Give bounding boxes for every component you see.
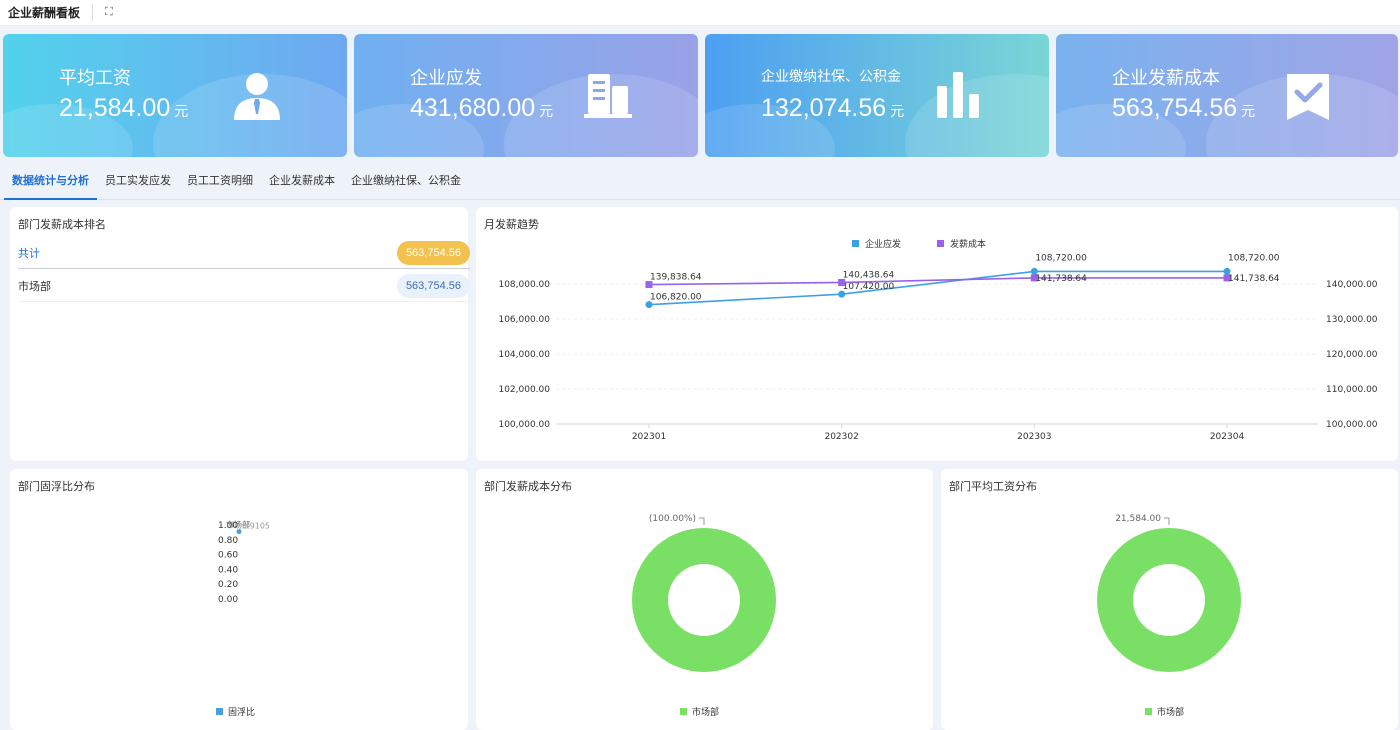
tab-data-analysis[interactable]: 数据统计与分析 <box>4 166 97 200</box>
y-tick: 0.20 <box>218 580 238 590</box>
data-label: 141,738.64 <box>1228 274 1280 284</box>
ranking-total-label: 共计 <box>18 247 40 260</box>
slice-label-line <box>699 517 705 525</box>
legend-label-ratio: 固浮比 <box>228 706 255 718</box>
chart-series <box>1097 527 1241 673</box>
tab-employee-pay[interactable]: 员工实发应发 <box>97 166 179 200</box>
legend-label-market: 市场部 <box>692 706 719 718</box>
ranking-panel: 部门发薪成本排名 共计 563,754.56 市场部 563,754.56 <box>10 207 470 461</box>
ranking-dept-name: 市场部 <box>18 280 51 293</box>
y-tick: 0.80 <box>218 536 238 546</box>
chart-series: 市场部0.9105 <box>226 520 270 535</box>
x-tick-label: 202303 <box>1017 432 1051 442</box>
slice-label: (100.00%) <box>649 514 696 524</box>
building-icon <box>584 74 632 118</box>
chart-legend: 企业应发 发薪成本 <box>852 238 986 250</box>
legend-label-cost: 发薪成本 <box>950 238 986 250</box>
legend-swatch-ratio <box>216 708 223 715</box>
ranking-total-row: 共计 563,754.56 <box>18 237 470 269</box>
slice-label-line <box>1164 517 1170 525</box>
data-label: 141,738.64 <box>1035 274 1087 284</box>
y-tick-right: 130,000.00 <box>1326 315 1378 325</box>
legend-swatch-cost <box>937 240 944 247</box>
data-label: 108,720.00 <box>1035 253 1087 263</box>
kpi-label: 企业缴纳社保、公积金 <box>761 68 901 84</box>
kpi-label: 企业发薪成本 <box>1112 68 1220 88</box>
ratio-scatter-chart: 1.000.800.600.400.200.00 市场部0.9105 固浮比 <box>216 520 270 718</box>
y-tick: 0.40 <box>218 565 238 575</box>
tab-bar: 数据统计与分析 员工实发应发 员工工资明细 企业发薪成本 企业缴纳社保、公积金 <box>0 166 1400 200</box>
y-tick-right: 120,000.00 <box>1326 350 1378 360</box>
bar-chart-icon <box>937 72 979 118</box>
fullscreen-icon[interactable]: ⛶ <box>105 6 113 19</box>
y-tick-right: 110,000.00 <box>1326 385 1378 395</box>
y-axis: 1.000.800.600.400.200.00 <box>218 521 238 605</box>
kpi-label: 企业应发 <box>410 68 482 88</box>
legend-label-market: 市场部 <box>1157 706 1184 718</box>
pie-slice <box>632 527 776 673</box>
legend-swatch-market <box>680 708 687 715</box>
y-tick: 0.60 <box>218 551 238 561</box>
kpi-value: 21,584.00 元 <box>59 94 189 122</box>
y-tick-left: 106,000.00 <box>498 315 550 325</box>
salary-donut-chart: 21,584.00 市场部 <box>1097 514 1241 718</box>
point-value-label: 0.9105 <box>242 522 270 531</box>
x-tick-label: 202304 <box>1210 432 1245 442</box>
kpi-value: 132,074.56 元 <box>761 94 905 122</box>
top-bar: 企业薪酬看板 ⛶ <box>0 0 1400 26</box>
y-tick-right: 100,000.00 <box>1326 420 1378 430</box>
x-tick-label: 202302 <box>824 432 858 442</box>
y-tick-left: 104,000.00 <box>498 350 550 360</box>
data-label: 107,420.00 <box>843 282 895 292</box>
chart-series <box>632 527 776 673</box>
trend-line-chart: 企业应发 发薪成本 100,000.00 102,000.00 104,000.00… <box>498 238 1378 442</box>
cost-distribution-panel: 部门发薪成本分布 (100.00%) 市场部 <box>476 469 933 730</box>
slice-label: 21,584.00 <box>1115 514 1161 524</box>
data-label: 139,838.64 <box>650 273 702 283</box>
bookmark-check-icon <box>1287 74 1329 120</box>
ranking-row[interactable]: 市场部 563,754.56 <box>18 270 470 302</box>
kpi-value: 431,680.00 元 <box>410 94 554 122</box>
tab-social-security[interactable]: 企业缴纳社保、公积金 <box>343 166 469 200</box>
tab-payroll-cost[interactable]: 企业发薪成本 <box>261 166 343 200</box>
trend-chart-panel: 月发薪趋势 企业应发 发薪成本 100,000.00 102,000.00 104,… <box>476 207 1398 461</box>
y-axis-left: 100,000.00 102,000.00 104,000.00 106,000.00… <box>498 280 550 430</box>
y-tick: 0.00 <box>218 595 238 605</box>
panel-title: 部门发薪成本排名 <box>18 219 106 231</box>
data-label: 140,438.64 <box>843 270 895 280</box>
data-label: 106,820.00 <box>650 293 702 303</box>
data-point <box>236 529 242 535</box>
kpi-value: 563,754.56 元 <box>1112 94 1256 122</box>
kpi-card-payable: 企业应发 431,680.00 元 <box>354 34 698 157</box>
chart-grid <box>556 283 1318 425</box>
kpi-card-total-cost: 企业发薪成本 563,754.56 元 <box>1056 34 1398 157</box>
legend-label-payable: 企业应发 <box>865 238 901 250</box>
y-tick-left: 100,000.00 <box>498 420 550 430</box>
person-icon <box>234 73 280 120</box>
x-tick-label: 202301 <box>632 432 666 442</box>
legend-swatch-market <box>1145 708 1152 715</box>
tab-salary-details[interactable]: 员工工资明细 <box>179 166 261 200</box>
y-tick-right: 140,000.00 <box>1326 280 1378 290</box>
series-line <box>648 270 1227 306</box>
pie-slice <box>1097 527 1241 673</box>
y-tick-left: 108,000.00 <box>498 280 550 290</box>
ranking-dept-value: 563,754.56 <box>396 273 470 298</box>
data-label: 108,720.00 <box>1228 253 1280 263</box>
cost-donut-chart: (100.00%) 市场部 <box>632 514 776 718</box>
salary-distribution-panel: 部门平均工资分布 21,584.00 市场部 <box>941 469 1398 730</box>
x-axis: 202301 202302 202303 202304 <box>632 424 1245 442</box>
legend-swatch-payable <box>852 240 859 247</box>
chart-series: 106,820.00 107,420.00 108,720.00 108,720.00… <box>645 253 1280 309</box>
kpi-card-avg-salary: 平均工资 21,584.00 元 <box>3 34 347 157</box>
kpi-card-social-security: 企业缴纳社保、公积金 132,074.56 元 <box>705 34 1049 157</box>
kpi-label: 平均工资 <box>59 68 131 88</box>
page-title: 企业薪酬看板 <box>8 4 94 21</box>
y-tick-left: 102,000.00 <box>498 385 550 395</box>
y-axis-right: 100,000.00 110,000.00 120,000.00 130,000.00… <box>1326 280 1378 430</box>
ratio-chart-panel: 部门固浮比分布 1.00 0.80 0.60 0.40 0.20 0.00 市场部 0.91… <box>10 469 468 730</box>
ranking-total-value: 563,754.56 <box>396 240 470 265</box>
